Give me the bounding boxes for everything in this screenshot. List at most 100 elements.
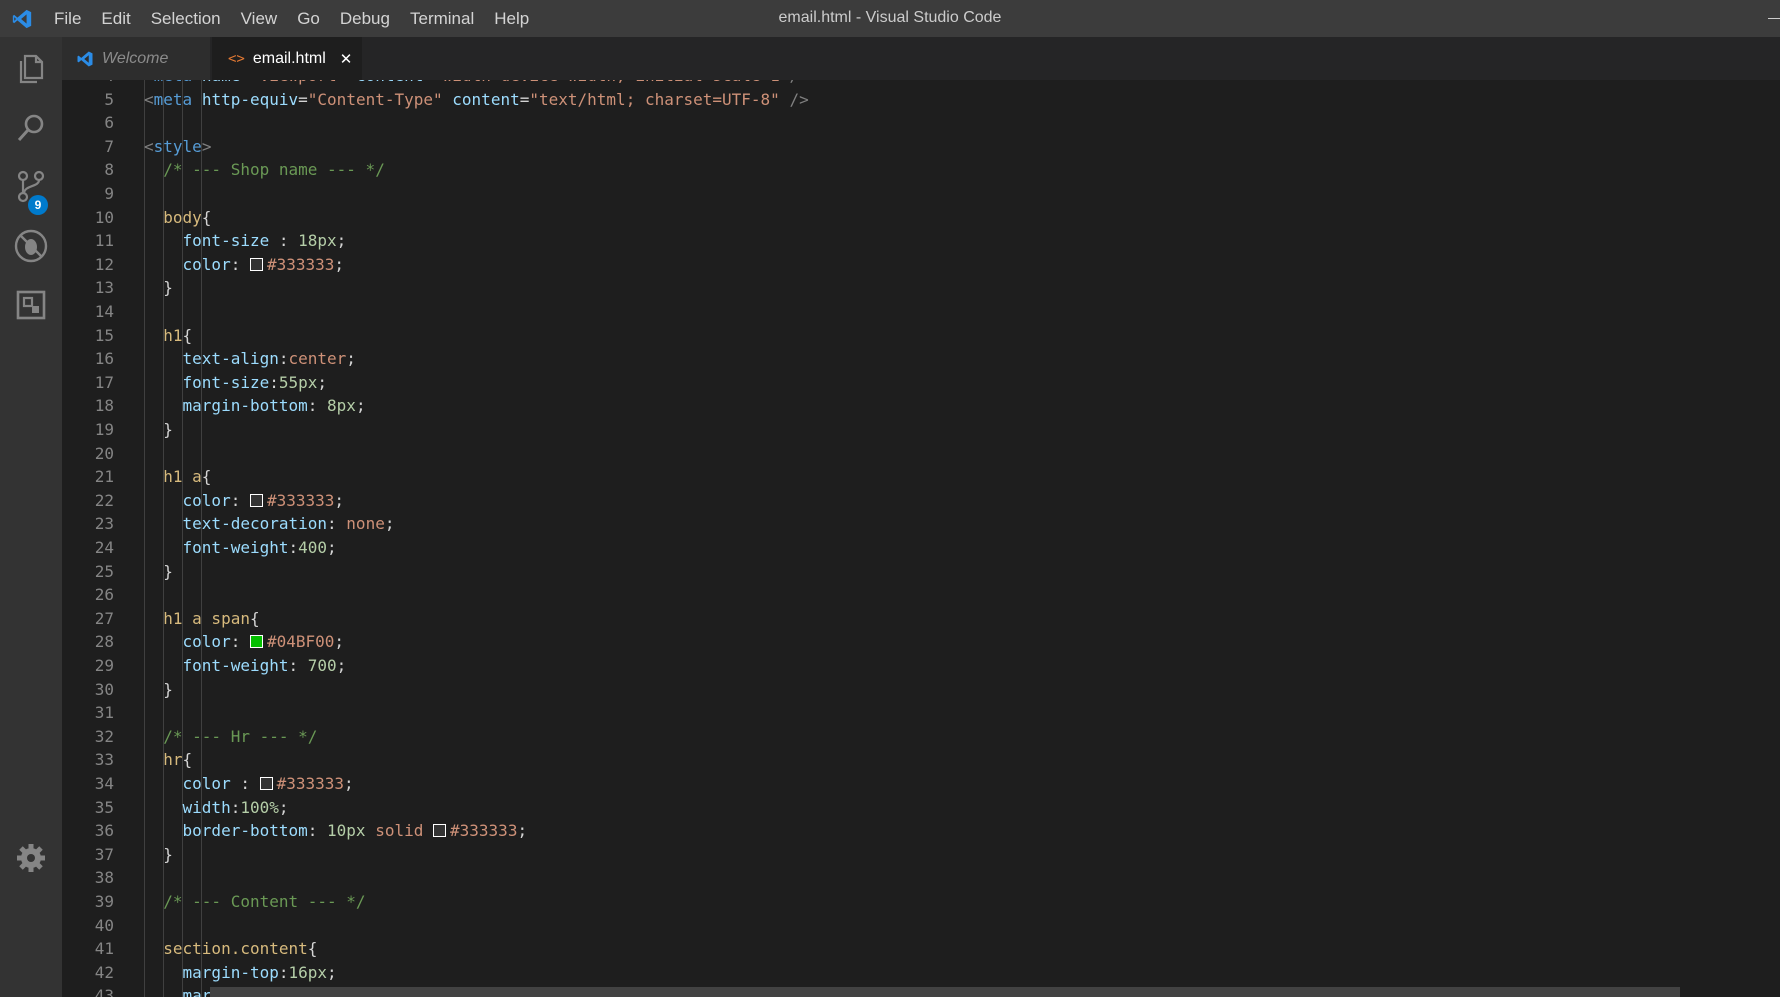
line-number: 42 [94, 962, 114, 982]
line-source: font-size : 18px; [182, 231, 347, 251]
line-source: text-align:center; [182, 349, 356, 369]
menu-view[interactable]: View [231, 9, 288, 29]
line-number: 17 [94, 372, 114, 392]
line-number: 20 [94, 443, 114, 463]
menu-file[interactable]: File [44, 9, 91, 29]
line-number: 31 [94, 703, 114, 723]
tab-welcome[interactable]: Welcome [62, 37, 210, 80]
line-source: border-bottom: 10px solid #333333; [182, 821, 528, 841]
line-number: 39 [94, 892, 114, 911]
menu-selection[interactable]: Selection [141, 9, 231, 29]
code-line[interactable]: 40 [62, 914, 1780, 938]
line-number: 25 [94, 561, 114, 581]
menu-edit[interactable]: Edit [91, 9, 140, 29]
line-number: 34 [94, 774, 114, 793]
line-source: margin-bottom: 8px; [182, 396, 366, 416]
code-line[interactable]: 30 } [62, 678, 1780, 702]
code-line[interactable]: 34 color : #333333; [62, 772, 1780, 796]
code-line[interactable]: 18 margin-bottom: 8px; [62, 394, 1780, 418]
tab-bar: Welcome <> email.html ✕ [62, 37, 1780, 80]
code-line[interactable]: 12 color: #333333; [62, 253, 1780, 277]
code-line[interactable]: 21 h1 a{ [62, 465, 1780, 489]
line-source: /* --- Shop name --- */ [163, 160, 385, 180]
code-line[interactable]: 25 } [62, 560, 1780, 584]
code-line[interactable]: 14 [62, 300, 1780, 324]
line-source: color: #04BF00; [182, 632, 345, 652]
code-line[interactable]: 37 } [62, 843, 1780, 867]
code-line[interactable]: 42 margin-top:16px; [62, 961, 1780, 985]
code-line[interactable]: 41 section.content{ [62, 937, 1780, 961]
code-line[interactable]: 6 [62, 111, 1780, 135]
code-line[interactable]: 8 /* --- Shop name --- */ [62, 158, 1780, 182]
line-number: 35 [94, 797, 114, 817]
extensions-icon[interactable] [12, 286, 50, 324]
line-number: 28 [94, 632, 114, 652]
code-line[interactable]: 10 body{ [62, 206, 1780, 230]
tab-email-html[interactable]: <> email.html ✕ [212, 37, 362, 80]
code-line[interactable]: 26 [62, 583, 1780, 607]
line-number: 33 [94, 750, 114, 770]
line-number: 6 [104, 113, 114, 133]
line-number: 4 [62, 80, 114, 88]
code-line[interactable]: 33 hr{ [62, 748, 1780, 772]
code-line[interactable]: 35 width:100%; [62, 796, 1780, 820]
code-line[interactable]: 16 text-align:center; [62, 347, 1780, 371]
horizontal-scrollbar[interactable] [210, 987, 1680, 997]
line-number: 16 [94, 349, 114, 369]
line-source: h1 a span{ [163, 608, 260, 628]
code-line[interactable]: 19 } [62, 418, 1780, 442]
line-source: body{ [163, 207, 212, 227]
line-source: } [144, 679, 173, 699]
line-number: 5 [104, 89, 114, 109]
explorer-icon[interactable] [12, 50, 50, 88]
line-number: 29 [94, 656, 114, 675]
menu-help[interactable]: Help [484, 9, 539, 29]
code-line[interactable]: 5 <meta http-equiv="Content-Type" content… [62, 88, 1780, 112]
menu-debug[interactable]: Debug [330, 9, 400, 29]
code-line[interactable]: 7 <style> [62, 135, 1780, 159]
code-line[interactable]: 17 font-size:55px; [62, 371, 1780, 395]
line-source: color: #333333; [182, 254, 345, 274]
code-line[interactable]: 9 [62, 182, 1780, 206]
line-number: 30 [94, 679, 114, 699]
code-line[interactable]: 36 border-bottom: 10px solid #333333; [62, 819, 1780, 843]
debug-icon[interactable] [12, 227, 50, 265]
code-line[interactable]: 27 h1 a span{ [62, 607, 1780, 631]
code-line[interactable]: 15 h1{ [62, 324, 1780, 348]
line-source: } [144, 420, 173, 439]
tab-email-label: email.html [252, 49, 326, 67]
code-line[interactable]: 28 color: #04BF00; [62, 630, 1780, 654]
close-icon[interactable]: ✕ [340, 50, 353, 68]
minimize-icon[interactable] [1768, 18, 1780, 19]
vscode-tab-icon [77, 51, 93, 66]
line-source: h1{ [163, 325, 193, 345]
code-line[interactable]: 11 font-size : 18px; [62, 229, 1780, 253]
code-line[interactable]: 32 /* --- Hr --- */ [62, 725, 1780, 749]
line-number: 21 [94, 467, 114, 487]
code-line[interactable]: 29 font-weight: 700; [62, 654, 1780, 678]
code-line[interactable]: 4 <meta name="viewport" content="width=de… [62, 80, 1780, 88]
line-source: /* --- Hr --- */ [163, 726, 318, 746]
code-line[interactable]: 23 text-decoration: none; [62, 512, 1780, 536]
code-line[interactable]: 39 /* --- Content --- */ [62, 890, 1780, 914]
code-line[interactable]: 22 color: #333333; [62, 489, 1780, 513]
code-editor[interactable]: 4 <meta name="viewport" content="width=de… [62, 80, 1780, 997]
search-icon[interactable] [12, 109, 50, 147]
source-control-badge: 9 [28, 195, 48, 215]
line-source: } [144, 278, 173, 298]
settings-gear-icon[interactable] [12, 839, 50, 877]
code-line[interactable]: 31 [62, 701, 1780, 725]
code-line[interactable]: 13 } [62, 276, 1780, 300]
line-number: 37 [94, 844, 114, 864]
line-source: margin-top:16px; [182, 962, 337, 982]
line-source: <style> [144, 136, 212, 156]
code-line[interactable]: 20 [62, 442, 1780, 466]
line-source: font-weight: 700; [182, 656, 347, 675]
menu-go[interactable]: Go [287, 9, 330, 29]
menu-terminal[interactable]: Terminal [400, 9, 484, 29]
line-number: 23 [94, 514, 114, 534]
title-bar: File Edit Selection View Go Debug Termin… [0, 0, 1780, 37]
code-line[interactable]: 24 font-weight:400; [62, 536, 1780, 560]
code-line[interactable]: 38 [62, 866, 1780, 890]
line-source: <meta http-equiv="Content-Type" content=… [144, 89, 809, 109]
